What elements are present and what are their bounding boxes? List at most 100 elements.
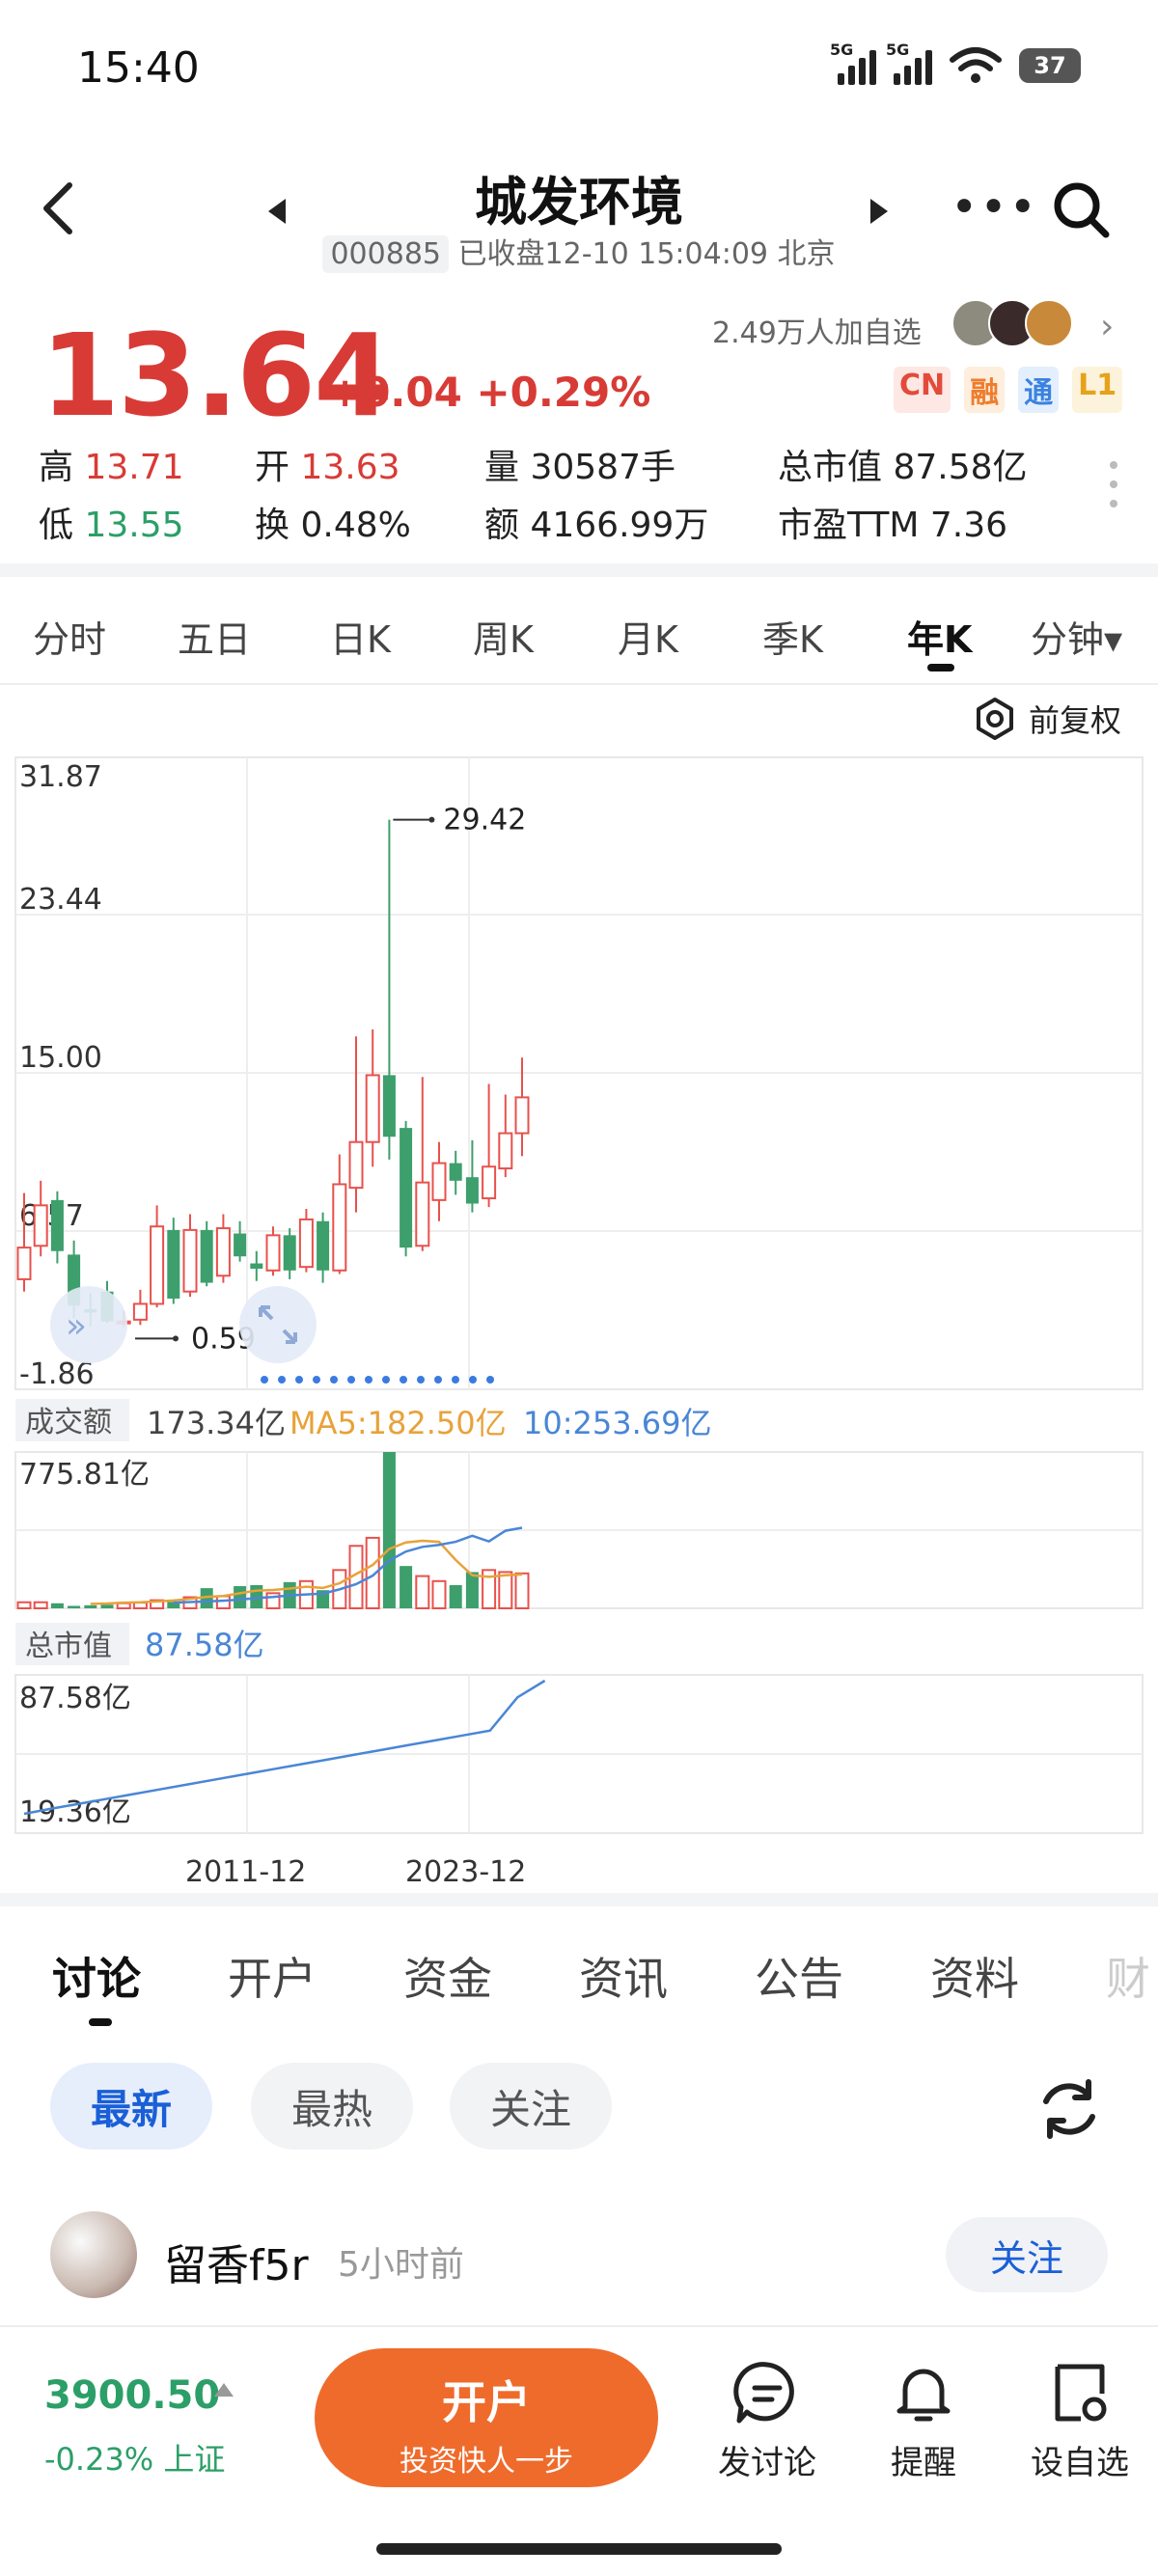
stock-code: 000885 (322, 235, 449, 273)
adjust-toggle[interactable]: 前复权 (973, 697, 1121, 741)
candlestick (348, 1036, 364, 1213)
candlestick (449, 1150, 462, 1195)
filter-following[interactable]: 关注 (450, 2063, 612, 2150)
signal-icon: 5G (830, 41, 876, 85)
tab-profile[interactable]: 资料 (930, 1944, 1019, 2008)
page-dot (347, 1376, 355, 1384)
turnover-ma10: 10:253.69亿 (523, 1405, 711, 1441)
watcher-avatars[interactable] (951, 299, 1073, 347)
follow-button[interactable]: 关注 (946, 2217, 1108, 2292)
tab-minute[interactable]: 分钟▾ (1031, 610, 1122, 663)
turnover-value: 0.48% (300, 506, 411, 545)
turnover-bar (100, 1604, 114, 1608)
chevron-right-icon[interactable]: › (1100, 307, 1114, 346)
more-icon[interactable]: ••• (951, 184, 1038, 231)
tab-funds[interactable]: 资金 (403, 1944, 492, 2008)
avatar[interactable] (50, 2211, 137, 2298)
stock-badges[interactable]: CN 融 通 L1 (894, 367, 1123, 413)
turnover-bar (400, 1566, 413, 1608)
badge-l1[interactable]: L1 (1072, 367, 1123, 413)
tab-weekly-k[interactable]: 周K (473, 610, 534, 663)
tab-daily-k[interactable]: 日K (330, 610, 391, 663)
page-dot (382, 1376, 390, 1384)
index-value[interactable]: 3900.50 (44, 2373, 220, 2418)
max-price-label: 29.42 (443, 804, 526, 837)
add-watchlist-button[interactable]: 设自选 (1017, 2359, 1143, 2483)
turnover-bar (84, 1604, 97, 1608)
candlestick (150, 1205, 165, 1308)
turnover-bar (449, 1584, 462, 1608)
kline-chart[interactable]: 31.87 23.44 15.00 6.57 -1.86 29.420.59 »… (0, 743, 1158, 1910)
candlestick (298, 1208, 314, 1273)
active-tab-indicator (927, 664, 954, 671)
candlestick (200, 1220, 213, 1287)
scroll-left-button[interactable]: » (50, 1286, 127, 1363)
candlestick (265, 1226, 281, 1276)
badge-cn[interactable]: CN (894, 367, 951, 413)
amount-value: 4166.99万 (530, 506, 709, 545)
tab-news[interactable]: 资讯 (579, 1944, 668, 2008)
pagination-dots (261, 1376, 494, 1384)
index-change[interactable]: -0.23% 上证 (44, 2435, 225, 2480)
badge-connect[interactable]: 通 (1018, 367, 1060, 413)
page-dot (261, 1376, 268, 1384)
low-value: 13.55 (84, 506, 184, 545)
turnover-bar (50, 1603, 64, 1608)
tab-quarterly-k[interactable]: 季K (762, 610, 823, 663)
filter-hot[interactable]: 最热 (251, 2063, 413, 2150)
page-dot (486, 1376, 494, 1384)
more-stats-icon[interactable] (1110, 461, 1117, 519)
expand-button[interactable] (239, 1286, 317, 1363)
candlestick (498, 1094, 513, 1178)
open-account-subtitle: 投资快人一步 (400, 2445, 573, 2479)
watchlist-icon (1055, 2364, 1107, 2422)
post-discussion-button[interactable]: 发讨论 (704, 2359, 830, 2483)
filter-latest[interactable]: 最新 (50, 2063, 212, 2150)
tab-finance[interactable]: 财 (1106, 1944, 1150, 2008)
mcap-label: 总市值 (25, 1630, 112, 1663)
candlestick (317, 1212, 330, 1283)
tab-intraday[interactable]: 分时 (33, 610, 106, 663)
high-value: 13.71 (84, 448, 184, 487)
adjust-label: 前复权 (1029, 702, 1122, 739)
candlestick (250, 1250, 263, 1281)
turnover-axis-top: 775.81亿 (19, 1458, 150, 1492)
divider (0, 1893, 1158, 1906)
svg-text:»: » (66, 1306, 87, 1346)
home-indicator[interactable] (376, 2543, 782, 2555)
open-account-button[interactable]: 开户 投资快人一步 (315, 2348, 658, 2487)
watchers-count[interactable]: 2.49万人加自选 (712, 309, 922, 351)
mcap-value: 87.58亿 (145, 1627, 264, 1663)
open-account-title: 开户 (442, 2376, 531, 2428)
next-stock-arrow[interactable] (870, 199, 888, 224)
tab-discussion[interactable]: 讨论 (52, 1944, 141, 2008)
turnover-bar (234, 1586, 247, 1608)
status-icons: 5G 5G 37 (830, 41, 1081, 85)
turnover-bar (215, 1595, 231, 1609)
tab-yearly-k[interactable]: 年K (907, 610, 972, 663)
search-icon[interactable] (1050, 178, 1112, 240)
avatar (1025, 299, 1073, 347)
badge-margin[interactable]: 融 (964, 367, 1006, 413)
tab-open-account[interactable]: 开户 (228, 1944, 317, 2008)
post-time: 5小时前 (338, 2245, 464, 2285)
divider (0, 563, 1158, 577)
remind-button[interactable]: 提醒 (861, 2359, 986, 2483)
x-tick: 2023-12 (405, 1855, 526, 1889)
tab-announcements[interactable]: 公告 (755, 1944, 843, 2008)
x-tick: 2011-12 (185, 1855, 306, 1889)
candlestick (33, 1180, 48, 1257)
turnover-value: 173.34亿 (147, 1405, 286, 1441)
turnover-bar (16, 1601, 32, 1610)
tab-monthly-k[interactable]: 月K (618, 610, 678, 663)
y-tick: 31.87 (19, 760, 102, 794)
post-username[interactable]: 留香f5r (164, 2231, 309, 2292)
page-dot (278, 1376, 286, 1384)
candlestick (400, 1120, 413, 1257)
candlestick (482, 1083, 497, 1208)
page-dot (365, 1376, 372, 1384)
tab-five-day[interactable]: 五日 (178, 610, 251, 663)
page-dot (400, 1376, 407, 1384)
refresh-icon[interactable] (1033, 2072, 1106, 2146)
candlestick (415, 1077, 430, 1251)
